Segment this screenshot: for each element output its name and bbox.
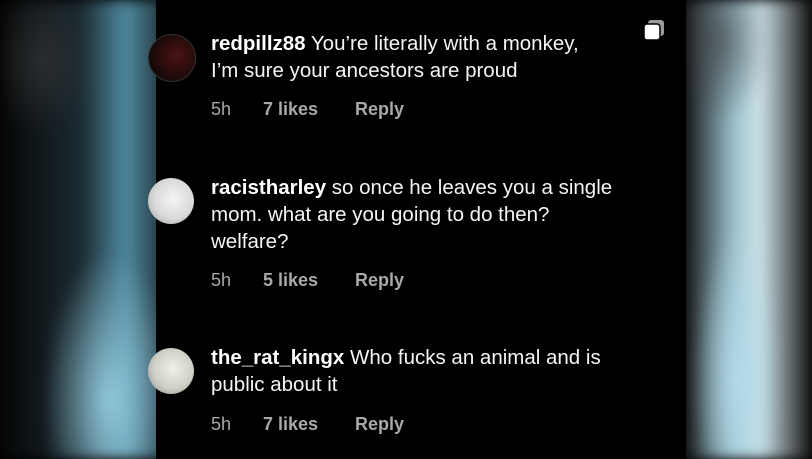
profile-avatar[interactable] — [148, 348, 194, 394]
comment-likes[interactable]: 7 likes — [263, 99, 355, 120]
comment-line: racistharley so once he leaves you a sin… — [211, 174, 681, 201]
comment-username[interactable]: the_rat_kingx — [211, 346, 344, 369]
blurred-background-right — [682, 0, 812, 459]
profile-avatar[interactable] — [148, 34, 196, 82]
comment-body-line2: I’m sure your ancestors are proud — [211, 59, 518, 82]
comment-username[interactable]: racistharley — [211, 176, 326, 199]
comment-body-rest: an animal and is — [445, 346, 601, 369]
comments-screen: redpillz88 You’re literally with a monke… — [148, 0, 686, 459]
reply-button[interactable]: Reply — [355, 270, 404, 291]
comment-meta: 5h 7 likes Reply — [211, 99, 404, 120]
comment-line: the_rat_kingx Who fucks an animal and is — [211, 344, 681, 371]
profile-avatar[interactable] — [148, 178, 194, 224]
comment-meta: 5h 7 likes Reply — [211, 414, 404, 435]
comment-body: You’re literally with a monkey, — [305, 32, 579, 55]
comment-body: Who f — [344, 346, 404, 369]
comment-text: racistharley so once he leaves you a sin… — [211, 174, 681, 255]
comment-line: redpillz88 You’re literally with a monke… — [211, 30, 681, 57]
comment-text: redpillz88 You’re literally with a monke… — [211, 30, 681, 84]
comment-likes[interactable]: 5 likes — [263, 270, 355, 291]
reply-button[interactable]: Reply — [355, 414, 404, 435]
comment-body-line2: public about it — [211, 373, 338, 396]
comment-body-line2: mom. what are you going to do then? — [211, 203, 550, 226]
comment-likes[interactable]: 7 likes — [263, 414, 355, 435]
comment-time: 5h — [211, 414, 232, 434]
reply-button[interactable]: Reply — [355, 99, 404, 120]
screenshot-photo: redpillz88 You’re literally with a monke… — [0, 0, 812, 459]
comment-time: 5h — [211, 270, 232, 290]
comment-meta: 5h 5 likes Reply — [211, 270, 404, 291]
comment-body-line3: welfare? — [211, 230, 289, 253]
comment-username[interactable]: redpillz88 — [211, 32, 306, 55]
comment-time: 5h — [211, 99, 232, 119]
comment-text: the_rat_kingx Who fucks an animal and is… — [211, 344, 681, 398]
comment-body: so once he leaves you a single — [326, 176, 613, 199]
censored-word: ucks — [403, 346, 446, 369]
